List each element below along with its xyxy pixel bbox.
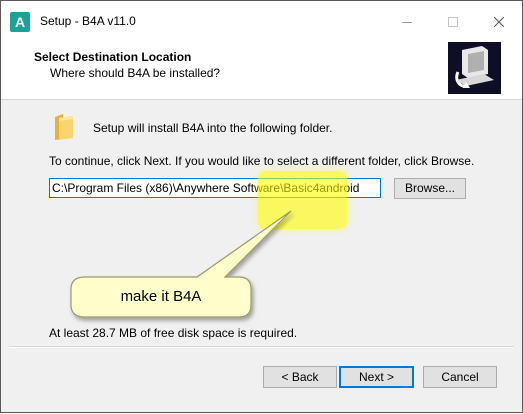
back-button[interactable]: < Back [263,366,337,388]
cancel-button[interactable]: Cancel [423,366,497,388]
callout-bubble [70,210,292,318]
setup-window: A Setup - B4A v11.0 Select Destination L… [0,0,523,413]
footer-divider [9,346,514,348]
next-button[interactable]: Next > [339,366,414,388]
callout-text: make it B4A [120,288,202,305]
disk-space-text: At least 28.7 MB of free disk space is r… [49,326,298,340]
